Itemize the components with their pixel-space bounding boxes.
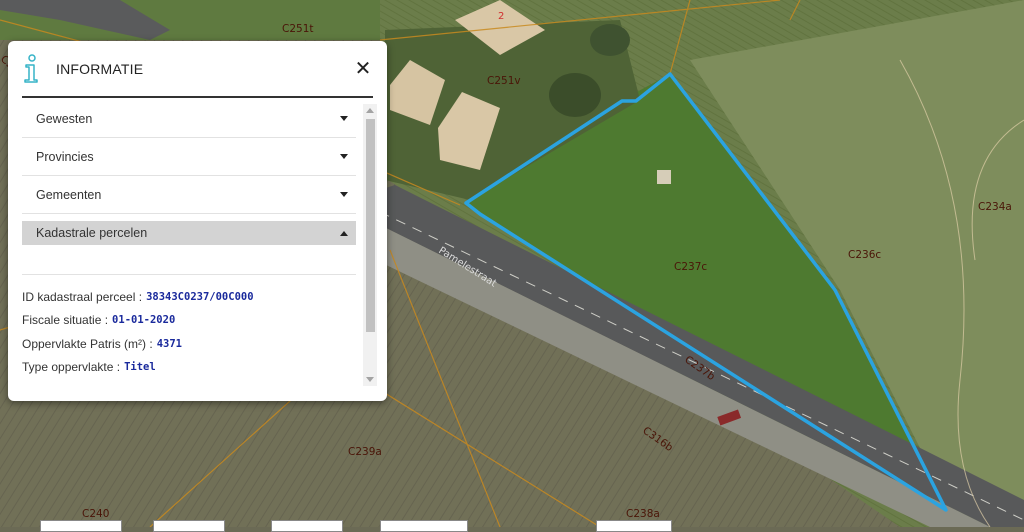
caret-down-icon [340, 192, 348, 197]
parcel-label-c237c: C237c [674, 261, 707, 273]
detail-value: 4371 [156, 337, 182, 350]
parcel-label-c238a: C238a [626, 508, 660, 520]
detail-row-id: ID kadastraal perceel : 38343C0237/00C00… [22, 285, 356, 309]
detail-value: 38343C0237/00C000 [146, 290, 254, 303]
caret-down-icon [340, 116, 348, 121]
scroll-thumb[interactable] [366, 119, 375, 332]
building-number: 2 [498, 11, 504, 22]
section-label: Gewesten [36, 111, 93, 126]
detail-label: Oppervlakte Patris (m²) : [22, 336, 153, 351]
section-gemeenten[interactable]: Gemeenten [22, 176, 356, 214]
caret-up-icon [340, 230, 348, 236]
info-icon [22, 53, 48, 85]
divider [22, 245, 356, 275]
scroll-down-icon[interactable] [366, 377, 374, 382]
parcel-label-c234a: C234a [978, 201, 1012, 213]
info-panel: INFORMATIE ✕ Gewesten Provincies Gemeent… [8, 41, 387, 401]
parcel-label-c251v: C251v [487, 75, 521, 87]
layer-list: Gewesten Provincies Gemeenten Kadastrale… [22, 100, 356, 379]
panel-title: INFORMATIE [56, 60, 144, 77]
bottom-toolbar-button[interactable] [153, 520, 225, 532]
parcel-label-c240: C240 [82, 508, 109, 520]
scroll-up-icon[interactable] [366, 108, 374, 113]
scrollbar[interactable] [363, 104, 377, 386]
detail-value: Titel [124, 361, 156, 374]
detail-row-type: Type oppervlakte : Titel [22, 356, 356, 380]
bottom-toolbar-button[interactable] [380, 520, 468, 532]
panel-header: INFORMATIE ✕ [22, 41, 373, 98]
bottom-toolbar-button[interactable] [596, 520, 672, 532]
bottom-toolbar-button[interactable] [40, 520, 122, 532]
detail-row-area: Oppervlakte Patris (m²) : 4371 [22, 332, 356, 356]
detail-label: ID kadastraal perceel : [22, 289, 143, 304]
detail-label: Type oppervlakte : [22, 360, 121, 375]
section-label: Provincies [36, 149, 94, 164]
detail-value: 01-01-2020 [112, 314, 176, 327]
parcel-label-c239a: C239a [348, 446, 382, 458]
caret-down-icon [340, 154, 348, 159]
section-gewesten[interactable]: Gewesten [22, 100, 356, 138]
detail-row-fiscal: Fiscale situatie : 01-01-2020 [22, 309, 356, 333]
parcel-label-c236c: C236c [848, 249, 881, 261]
section-label: Kadastrale percelen [36, 226, 148, 240]
detail-label: Fiscale situatie : [22, 313, 109, 328]
section-label: Gemeenten [36, 187, 102, 202]
section-kadastrale-percelen[interactable]: Kadastrale percelen [22, 221, 356, 245]
parcel-details: ID kadastraal perceel : 38343C0237/00C00… [22, 275, 356, 379]
section-provincies[interactable]: Provincies [22, 138, 356, 176]
close-icon[interactable]: ✕ [353, 56, 373, 81]
bottom-toolbar-button[interactable] [271, 520, 343, 532]
parcel-label-c251t: C251t [282, 23, 314, 35]
